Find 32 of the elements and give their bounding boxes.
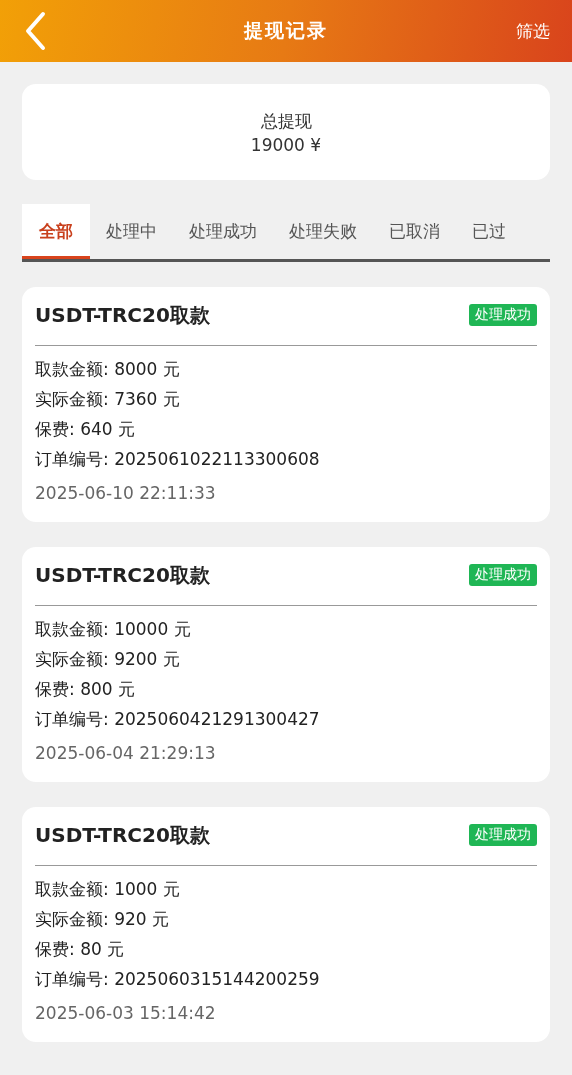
record-detail: 取款金额: 1000 元 bbox=[35, 878, 181, 901]
tab[interactable]: 全部 bbox=[22, 204, 90, 259]
record-time: 2025-06-03 15:14:42 bbox=[35, 1002, 217, 1025]
record-time: 2025-06-04 21:29:13 bbox=[35, 742, 217, 765]
record-detail: 实际金额: 920 元 bbox=[35, 908, 170, 931]
filter-button[interactable]: 筛选 bbox=[516, 19, 550, 43]
record-detail: 保费: 80 元 bbox=[35, 938, 126, 961]
tab[interactable]: 已过 bbox=[456, 204, 522, 259]
tab[interactable]: 处理失败 bbox=[273, 204, 373, 259]
record-title: USDT-TRC20取款 bbox=[35, 301, 210, 329]
status-badge: 处理成功 bbox=[469, 304, 537, 326]
tab[interactable]: 处理成功 bbox=[173, 204, 273, 259]
record-title: USDT-TRC20取款 bbox=[35, 561, 210, 589]
record-detail: 保费: 800 元 bbox=[35, 678, 136, 701]
record-detail: 订单编号: 2025060421291300427 bbox=[35, 708, 321, 731]
back-icon[interactable] bbox=[24, 11, 46, 51]
record-detail: 保费: 640 元 bbox=[35, 418, 136, 441]
tab[interactable]: 处理中 bbox=[90, 204, 173, 259]
record-detail: 实际金额: 9200 元 bbox=[35, 648, 181, 671]
status-badge: 处理成功 bbox=[469, 824, 537, 846]
record-time: 2025-06-10 22:11:33 bbox=[35, 482, 217, 505]
record-title: USDT-TRC20取款 bbox=[35, 821, 210, 849]
record-detail: 订单编号: 2025060315144200259 bbox=[35, 968, 321, 991]
record-detail: 订单编号: 2025061022113300608 bbox=[35, 448, 321, 471]
status-badge: 处理成功 bbox=[469, 564, 537, 586]
page-title: 提现记录 bbox=[244, 18, 328, 43]
tab[interactable]: 已取消 bbox=[373, 204, 456, 259]
record-detail: 实际金额: 7360 元 bbox=[35, 388, 181, 411]
record-detail: 取款金额: 10000 元 bbox=[35, 618, 192, 641]
summary-label: 总提现 bbox=[260, 109, 312, 133]
summary-value: 19000 ¥ bbox=[250, 134, 322, 155]
record-detail: 取款金额: 8000 元 bbox=[35, 358, 181, 381]
